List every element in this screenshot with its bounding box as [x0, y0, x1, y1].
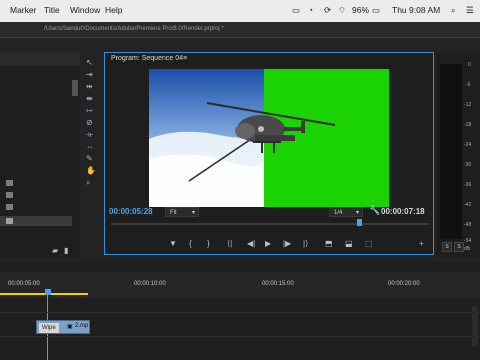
timeline-clip[interactable]: Wipe ▣ 2.mp [36, 320, 90, 334]
play-icon[interactable]: ▶ [265, 239, 271, 248]
sync-icon[interactable]: ⟳ [324, 5, 331, 16]
resolution-select[interactable]: 1/4 ▾ [329, 207, 363, 217]
meter-label: dB [464, 246, 471, 252]
ruler-label: 00:00:20:00 [388, 281, 420, 287]
bin-item-icon [6, 218, 13, 224]
marker-icon[interactable]: ▼ [169, 239, 177, 248]
meter-label: -18 [464, 122, 472, 128]
audio-meter-bars [440, 64, 462, 239]
meter-label: -54 [464, 238, 472, 244]
timeline-scrollbar[interactable] [472, 306, 478, 346]
hand-tool-icon[interactable]: ✋ [86, 166, 96, 175]
project-path-bar: /Users/Sandu0/Documents/Adobe/Premiere P… [0, 22, 480, 38]
chevron-down-icon: ▾ [191, 210, 195, 216]
video-frame[interactable] [149, 69, 389, 207]
export-frame-icon[interactable]: ⬚ [365, 239, 373, 248]
project-scrollbar[interactable] [72, 80, 78, 96]
in-icon[interactable]: { [189, 239, 192, 248]
ruler-label: 00:00:10:00 [134, 281, 166, 287]
step-back-icon[interactable]: ◀| [247, 239, 255, 248]
slide-tool-icon[interactable]: ⇔ [86, 142, 94, 151]
mini-timeline-track[interactable] [111, 223, 429, 225]
menu-title[interactable]: Title [44, 5, 60, 15]
project-path: /Users/Sandu0/Documents/Adobe/Premiere P… [44, 26, 224, 32]
meter-label: -48 [464, 222, 472, 228]
meter-label: -30 [464, 162, 472, 168]
duration-timecode: 00:00:07:18 [381, 207, 425, 216]
program-monitor: Program: Sequence 04 ≡ 00:00:05:28 Fit ▾… [104, 52, 434, 255]
search-icon[interactable]: ⌕ [451, 5, 456, 16]
bin-item-icon [6, 180, 13, 186]
meter-label: -6 [466, 82, 471, 88]
zoom-select[interactable]: Fit ▾ [165, 207, 199, 217]
pen-tool-icon[interactable]: ✎ [86, 154, 93, 163]
track-divider [0, 312, 480, 313]
notification-icon[interactable]: ☰ [466, 5, 474, 16]
program-monitor-title: Program: Sequence 04 [111, 55, 183, 62]
out-icon[interactable]: } [207, 239, 210, 248]
panel-menu-icon[interactable]: ≡ [183, 55, 187, 62]
selection-tool-icon[interactable]: ↖ [86, 58, 93, 67]
menu-help[interactable]: Help [105, 5, 122, 15]
step-forward-icon[interactable]: |▶ [283, 239, 291, 248]
extract-icon[interactable]: ⬓ [345, 239, 353, 248]
zoom-tool-icon[interactable]: ⌕ [86, 178, 90, 188]
slip-tool-icon[interactable]: ⟛ [86, 130, 93, 140]
chevron-down-icon: ▾ [355, 210, 359, 216]
clock-text[interactable]: Thu 9:08 AM [392, 5, 440, 15]
display-icon[interactable]: ▭ [292, 5, 300, 16]
trash-icon[interactable]: ▮ [64, 246, 68, 255]
meter-label: 0 [468, 62, 471, 68]
audio-meter-panel: 0 -6 -12 -18 -24 -30 -36 -42 -48 -54 dB … [436, 52, 480, 257]
zoom-value: Fit [170, 210, 177, 216]
menu-window[interactable]: Window [70, 5, 100, 15]
clip-name: 2.mp [75, 323, 89, 329]
goto-out-icon[interactable]: |⟩ [303, 239, 308, 248]
solo-button[interactable]: S [442, 242, 452, 252]
razor-tool-icon[interactable]: ⊘ [86, 118, 93, 127]
current-timecode[interactable]: 00:00:05:28 [109, 207, 153, 216]
battery-icon[interactable]: ▭ [372, 5, 380, 16]
meter-label: -36 [464, 182, 472, 188]
helicopter-video-image [149, 69, 389, 207]
solo-button[interactable]: S [454, 242, 464, 252]
bin-item-icon [6, 192, 13, 198]
rolling-edit-tool-icon[interactable]: ⇼ [86, 94, 93, 103]
track-select-tool-icon[interactable]: ⇥ [86, 70, 93, 79]
transition-label[interactable]: Wipe [39, 323, 59, 333]
resolution-value: 1/4 [334, 210, 343, 216]
ruler-label: 00:00:05:00 [8, 281, 40, 287]
menu-marker[interactable]: Marker [10, 5, 36, 15]
wrench-icon[interactable]: 🔧 [369, 205, 380, 216]
meter-label: -24 [464, 142, 472, 148]
meter-label: -12 [464, 102, 472, 108]
lift-icon[interactable]: ⬒ [325, 239, 333, 248]
divider [0, 37, 480, 38]
clip-icon: ▣ [67, 324, 73, 330]
timeline-panel: 00:00:05:00 00:00:10:00 00:00:15:00 00:0… [0, 262, 480, 360]
clock-icon[interactable]: ◔ [308, 5, 313, 15]
bin-item-icon [6, 204, 13, 210]
folder-icon[interactable]: ▰ [52, 246, 58, 255]
track-divider [0, 336, 480, 337]
wifi-icon[interactable]: ⌔ [338, 5, 346, 16]
meter-label: -42 [464, 202, 472, 208]
goto-in-icon[interactable]: ⟨| [227, 239, 232, 248]
project-panel: ▰ ▮ [0, 52, 80, 257]
battery-percent[interactable]: 96% [352, 5, 369, 15]
playhead-handle[interactable] [357, 219, 362, 226]
menu-bar: Marker Title Window Help ▭ ◔ ⟳ ⌔ 96% ▭ T… [0, 0, 480, 22]
ruler-label: 00:00:15:00 [262, 281, 294, 287]
work-area-bar[interactable] [0, 293, 88, 295]
rate-stretch-tool-icon[interactable]: ⇿ [86, 106, 93, 115]
add-icon[interactable]: + [419, 239, 424, 248]
project-panel-header [0, 52, 80, 66]
ripple-edit-tool-icon[interactable]: ⇹ [86, 82, 93, 91]
tools-panel: ↖ ⇥ ⇹ ⇼ ⇿ ⊘ ⟛ ⇔ ✎ ✋ ⌕ [84, 58, 100, 258]
playhead-icon[interactable] [45, 289, 51, 295]
